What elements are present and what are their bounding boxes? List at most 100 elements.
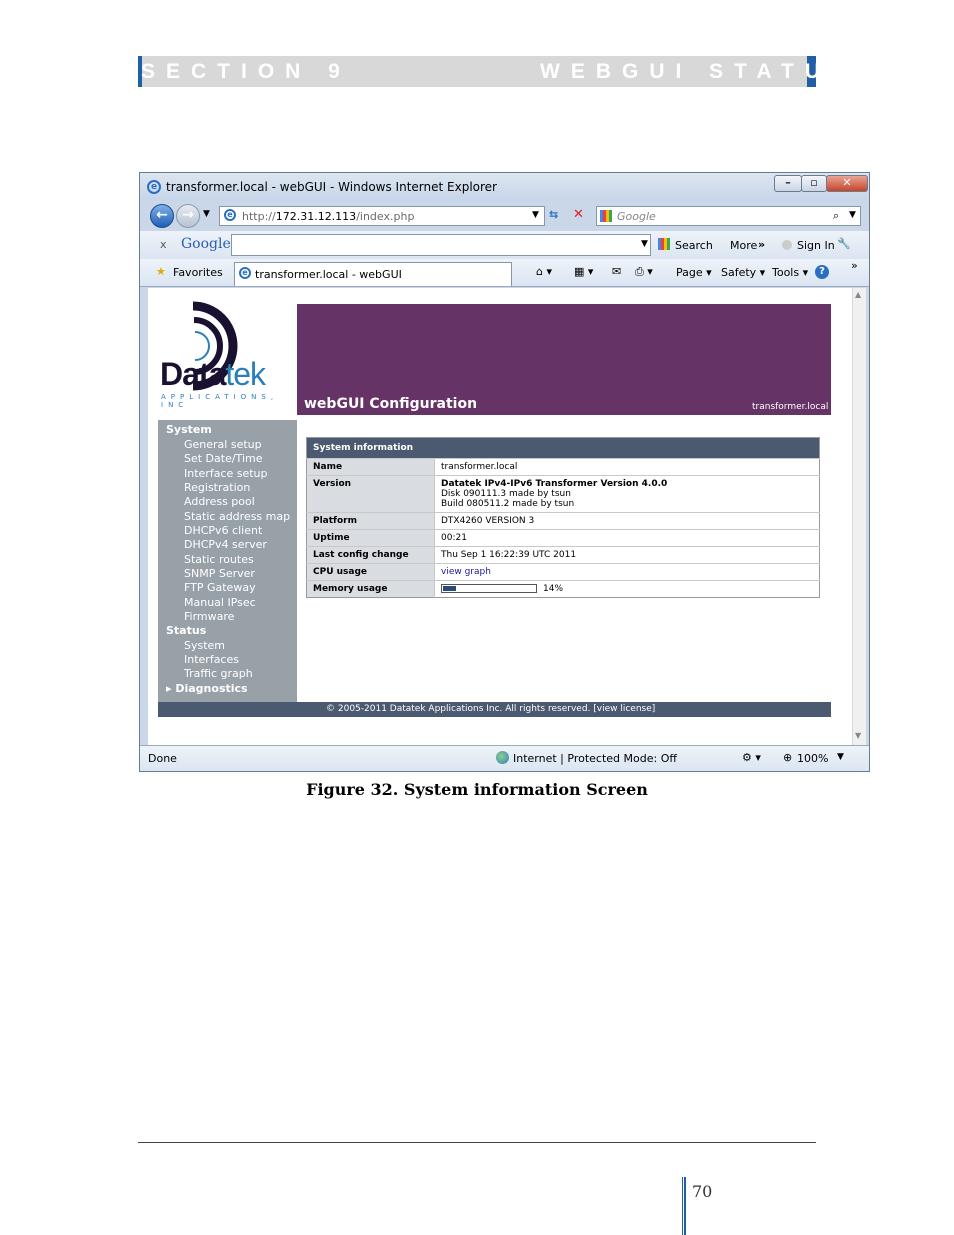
sign-in-button[interactable]: Sign In <box>797 239 835 252</box>
search-magnifier-icon[interactable]: ⌕ <box>833 209 839 223</box>
nav-status-system[interactable]: System <box>184 639 225 652</box>
version-line-3: Build 080511.2 made by tsun <box>441 499 575 509</box>
nav-dhcpv6-client[interactable]: DHCPv6 client <box>184 524 262 537</box>
figure-caption: Figure 32. System information Screen <box>306 780 648 799</box>
logo-wordmark: Datatek <box>160 356 266 392</box>
toolbar-close-button[interactable]: x <box>160 238 167 251</box>
google-search-input[interactable]: ▼ <box>231 234 651 256</box>
table-row: Memory usage 14% <box>306 580 820 598</box>
page-number: 70 <box>692 1182 713 1201</box>
view-graph-link[interactable]: view graph <box>441 567 491 577</box>
nav-set-date-time[interactable]: Set Date/Time <box>184 452 262 465</box>
browser-window-screenshot: e transformer.local - webGUI - Windows I… <box>139 172 870 772</box>
nav-sidebar: System General setup Set Date/Time Inter… <box>158 420 297 703</box>
nav-static-address-map[interactable]: Static address map <box>184 510 290 523</box>
memory-usage-fill <box>443 586 456 591</box>
url-text[interactable]: http://172.31.12.113/index.php <box>242 210 414 223</box>
google-search-icon <box>658 238 670 250</box>
scroll-down-icon[interactable]: ▼ <box>855 731 861 740</box>
chevron-right-icon[interactable]: » <box>851 259 858 272</box>
version-value: Datatek IPv4-IPv6 Transformer Version 4.… <box>434 475 820 513</box>
search-placeholder: Google <box>617 210 656 223</box>
memory-usage-cell: 14% <box>434 580 820 598</box>
help-icon[interactable]: ? <box>815 265 829 279</box>
google-toolbar: x Google ▼ Search More » Sign In 🔧 <box>140 231 869 259</box>
zoom-dropdown-icon[interactable]: ▼ <box>837 752 844 762</box>
address-row: ← → ▼ e http://172.31.12.113/index.php ▼… <box>140 201 869 231</box>
version-line-1: Datatek IPv4-IPv6 Transformer Version 4.… <box>441 479 668 489</box>
scroll-up-icon[interactable]: ▲ <box>855 290 861 299</box>
nav-head-system[interactable]: System <box>166 423 212 436</box>
browser-tab[interactable]: e transformer.local - webGUI <box>234 262 512 286</box>
close-button[interactable]: ✕ <box>826 175 868 192</box>
vertical-scrollbar[interactable]: ▲ ▼ <box>852 288 866 745</box>
more-button[interactable]: More <box>730 239 757 252</box>
favorites-button[interactable]: Favorites <box>173 266 223 279</box>
status-bar: Done Internet | Protected Mode: Off ⚙ ▾ … <box>140 745 869 771</box>
address-bar[interactable]: e http://172.31.12.113/index.php ▼ <box>219 206 545 226</box>
search-dropdown-icon[interactable]: ▼ <box>849 210 856 220</box>
name-label: Name <box>306 458 435 476</box>
forward-button[interactable]: → <box>176 204 200 228</box>
mail-icon[interactable]: ✉ <box>612 265 621 278</box>
safety-menu[interactable]: Safety ▾ <box>721 266 765 279</box>
nav-status-interfaces[interactable]: Interfaces <box>184 653 239 666</box>
refresh-icon[interactable]: ⇆ <box>549 208 558 221</box>
minimize-button[interactable]: – <box>774 175 802 192</box>
page-menu[interactable]: Page ▾ <box>676 266 712 279</box>
tab-ie-icon: e <box>239 267 251 279</box>
nav-head-status[interactable]: Status <box>166 624 206 637</box>
wrench-icon[interactable]: 🔧 <box>837 237 851 250</box>
last-config-value: Thu Sep 1 16:22:39 UTC 2011 <box>434 546 820 564</box>
window-title: transformer.local - webGUI - Windows Int… <box>166 180 497 194</box>
cpu-usage-label: CPU usage <box>306 563 435 581</box>
zoom-icon[interactable]: ⊕ <box>783 751 792 764</box>
maximize-button[interactable]: ▫ <box>801 175 827 192</box>
webgui-title: webGUI Configuration <box>304 396 478 412</box>
nav-address-pool[interactable]: Address pool <box>184 495 255 508</box>
nav-traffic-graph[interactable]: Traffic graph <box>184 667 253 680</box>
system-info-table: System information Name transformer.loca… <box>306 437 820 598</box>
back-button[interactable]: ← <box>150 204 174 228</box>
print-icon[interactable]: ⎙ ▾ <box>635 265 653 279</box>
favorites-star-icon[interactable]: ★ <box>156 265 166 278</box>
table-row: Version Datatek IPv4-IPv6 Transformer Ve… <box>306 475 820 513</box>
nav-static-routes[interactable]: Static routes <box>184 553 254 566</box>
logo-tagline: APPLICATIONS, INC <box>161 393 279 409</box>
nav-head-diagnostics[interactable]: ▸ Diagnostics <box>166 682 248 695</box>
uptime-value: 00:21 <box>434 529 820 547</box>
search-box[interactable]: Google ⌕ ▼ <box>596 206 861 226</box>
ie-logo-icon: e <box>147 180 161 194</box>
favorites-bar: ★ Favorites e transformer.local - webGUI… <box>140 259 869 287</box>
history-dropdown-icon[interactable]: ▼ <box>203 209 210 219</box>
more-arrows-icon[interactable]: » <box>758 238 765 251</box>
nav-interface-setup[interactable]: Interface setup <box>184 467 268 480</box>
version-line-2: Disk 090111.3 made by tsun <box>441 489 571 499</box>
protected-mode-icon[interactable]: ⚙ ▾ <box>742 751 761 764</box>
nav-dhcpv4-server[interactable]: DHCPv4 server <box>184 538 267 551</box>
memory-usage-bar <box>441 584 537 593</box>
google-search-button[interactable]: Search <box>675 239 713 252</box>
nav-general-setup[interactable]: General setup <box>184 438 262 451</box>
datatek-logo: Datatek APPLICATIONS, INC <box>158 288 297 418</box>
window-titlebar: e transformer.local - webGUI - Windows I… <box>140 173 869 201</box>
footer-copyright[interactable]: © 2005-2011 Datatek Applications Inc. Al… <box>326 704 655 714</box>
stop-icon[interactable]: ✕ <box>573 207 584 222</box>
google-logo: Google <box>181 236 231 252</box>
nav-manual-ipsec[interactable]: Manual IPsec <box>184 596 256 609</box>
security-zone[interactable]: Internet | Protected Mode: Off <box>513 752 677 765</box>
expand-triangle-icon: ▸ <box>166 682 176 695</box>
nav-ftp-gateway[interactable]: FTP Gateway <box>184 581 256 594</box>
tools-menu[interactable]: Tools ▾ <box>772 266 808 279</box>
sign-in-icon <box>782 240 792 250</box>
google-search-dropdown-icon[interactable]: ▼ <box>641 239 648 249</box>
home-icon[interactable]: ⌂ ▾ <box>536 265 552 278</box>
zoom-level[interactable]: 100% <box>797 752 828 765</box>
nav-registration[interactable]: Registration <box>184 481 250 494</box>
table-heading: System information <box>306 437 820 459</box>
feeds-icon[interactable]: ▦ ▾ <box>574 265 593 278</box>
nav-firmware[interactable]: Firmware <box>184 610 234 623</box>
footer-rule <box>138 1142 816 1143</box>
nav-snmp-server[interactable]: SNMP Server <box>184 567 255 580</box>
address-dropdown-icon[interactable]: ▼ <box>532 210 539 220</box>
